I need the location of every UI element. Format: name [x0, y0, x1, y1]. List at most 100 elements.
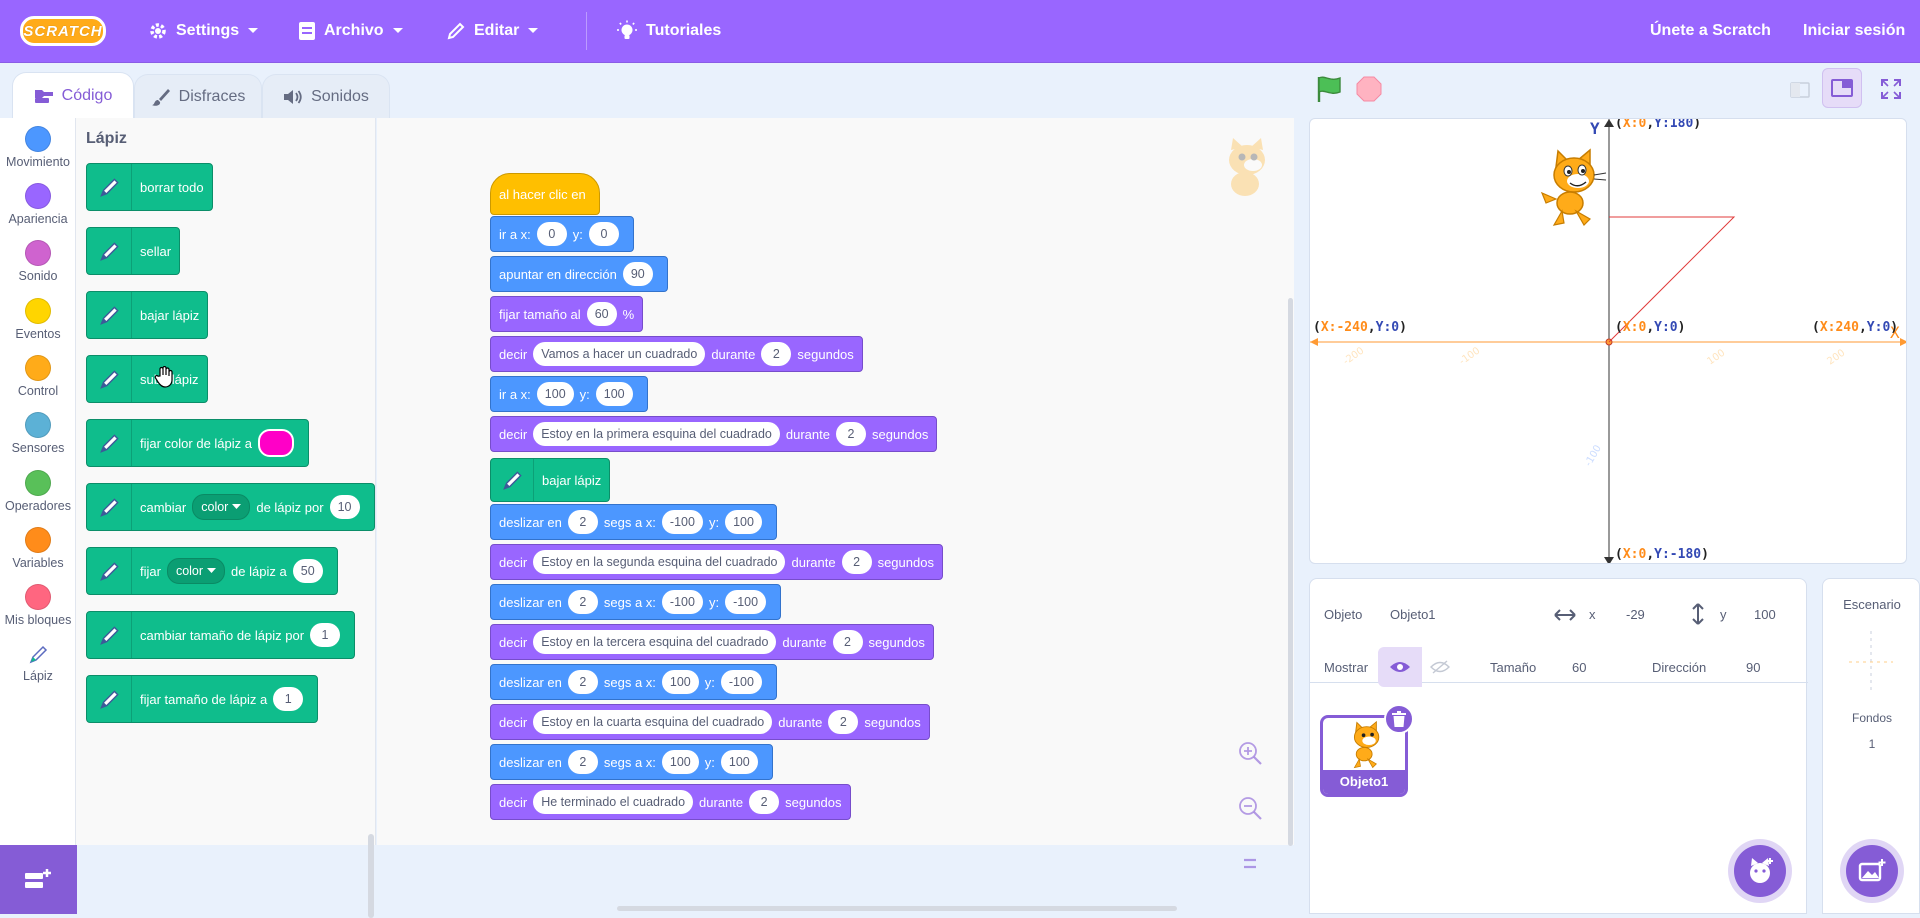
choose-sprite-button[interactable] [1734, 845, 1786, 897]
category-variables[interactable]: Variables [0, 527, 76, 570]
sprite-name-input[interactable]: Objeto1 [1390, 607, 1436, 622]
direction-input[interactable]: 90 [1746, 660, 1760, 675]
fullscreen-icon[interactable] [1880, 78, 1902, 100]
seconds-input[interactable]: 2 [749, 790, 780, 814]
y-input[interactable]: 100 [725, 510, 762, 534]
seconds-input[interactable]: 2 [828, 710, 859, 734]
y-input[interactable]: -100 [725, 590, 767, 614]
category-pen[interactable]: Lápiz [0, 642, 76, 683]
change-value-input[interactable]: 10 [329, 495, 360, 519]
edit-menu[interactable]: Editar [446, 0, 539, 62]
x-input[interactable]: 100 [661, 750, 699, 774]
block-change-pen-param[interactable]: cambiar color de lápiz por 10 [86, 483, 375, 531]
size-input[interactable]: 60 [586, 302, 617, 326]
block-stamp[interactable]: sellar [86, 227, 181, 275]
direction-input[interactable]: 90 [622, 262, 653, 286]
workspace-vertical-scrollbar[interactable] [1288, 298, 1293, 846]
x-input[interactable]: -100 [661, 590, 703, 614]
x-input[interactable]: -100 [661, 510, 703, 534]
set-size-input[interactable]: 1 [273, 687, 304, 711]
block-set-pen-size[interactable]: fijar tamaño de lápiz a 1 [86, 675, 319, 723]
settings-menu[interactable]: Settings [148, 0, 259, 62]
scratch-logo[interactable]: SCRATCH [20, 16, 106, 46]
message-input[interactable]: Estoy en la tercera esquina del cuadrado [533, 630, 777, 654]
pen-param-dropdown[interactable]: color [166, 558, 226, 584]
category-control[interactable]: Control [0, 355, 76, 398]
block-set-pen-color[interactable]: fijar color de lápiz a [86, 419, 309, 467]
y-input[interactable]: 100 [720, 750, 758, 774]
green-flag-icon[interactable] [1314, 74, 1344, 104]
choose-backdrop-button[interactable] [1846, 845, 1898, 897]
seconds-input[interactable]: 2 [832, 630, 863, 654]
tab-code[interactable]: Código [12, 72, 134, 118]
category-sensing[interactable]: Sensores [0, 412, 76, 455]
change-size-input[interactable]: 1 [310, 623, 341, 647]
block-glide-to-xy[interactable]: deslizar en 2 segs a x: 100 y: 100 [490, 744, 773, 780]
block-go-to-xy[interactable]: ir a x: 100 y: 100 [490, 376, 648, 412]
seconds-input[interactable]: 2 [567, 670, 598, 694]
block-pen-up[interactable]: subir lápiz [86, 355, 208, 403]
pen-param-dropdown[interactable]: color [192, 494, 251, 520]
large-stage-button[interactable] [1822, 68, 1862, 108]
seconds-input[interactable]: 2 [567, 750, 598, 774]
block-say-for-secs[interactable]: decir Estoy en la tercera esquina del cu… [490, 624, 934, 660]
category-my-blocks[interactable]: Mis bloques [0, 584, 76, 627]
block-glide-to-xy[interactable]: deslizar en 2 segs a x: -100 y: 100 [490, 504, 777, 540]
cat-sprite-icon[interactable] [1538, 147, 1608, 229]
block-go-to-xy[interactable]: ir a x: 0 y: 0 [490, 216, 634, 252]
seconds-input[interactable]: 2 [761, 342, 792, 366]
y-input[interactable]: 100 [595, 382, 633, 406]
category-operators[interactable]: Operadores [0, 470, 76, 513]
stop-icon[interactable] [1356, 76, 1382, 102]
x-position-input[interactable]: -29 [1626, 607, 1645, 622]
category-events[interactable]: Eventos [0, 298, 76, 341]
tab-sounds[interactable]: Sonidos [262, 74, 390, 118]
zoom-out-icon[interactable] [1237, 795, 1263, 821]
x-input[interactable]: 0 [536, 222, 567, 246]
block-say-for-secs[interactable]: decir Estoy en la cuarta esquina del cua… [490, 704, 930, 740]
add-extension-button[interactable] [0, 845, 77, 914]
block-change-pen-size[interactable]: cambiar tamaño de lápiz por 1 [86, 611, 356, 659]
pen-color-swatch[interactable] [258, 429, 294, 457]
block-say-for-secs[interactable]: decir Vamos a hacer un cuadrado durante … [490, 336, 863, 372]
code-workspace[interactable]: al hacer clic en ir a x: 0 y: 0 apuntar … [377, 118, 1294, 911]
set-value-input[interactable]: 50 [292, 559, 323, 583]
show-visible-button[interactable] [1378, 647, 1422, 687]
x-input[interactable]: 100 [661, 670, 699, 694]
message-input[interactable]: Estoy en la segunda esquina del cuadrado [533, 550, 786, 574]
block-say-for-secs[interactable]: decir Estoy en la primera esquina del cu… [490, 416, 938, 452]
block-pen-down[interactable]: bajar lápiz [86, 291, 209, 339]
block-say-for-secs[interactable]: decir Estoy en la segunda esquina del cu… [490, 544, 943, 580]
seconds-input[interactable]: 2 [567, 590, 598, 614]
file-menu[interactable]: Archivo [298, 0, 404, 62]
tutorials-button[interactable]: Tutoriales [616, 0, 721, 62]
category-motion[interactable]: Movimiento [0, 126, 76, 169]
block-when-flag-clicked[interactable]: al hacer clic en [490, 173, 600, 215]
seconds-input[interactable]: 2 [841, 550, 872, 574]
message-input[interactable]: Estoy en la primera esquina del cuadrado [533, 422, 780, 446]
block-point-in-direction[interactable]: apuntar en dirección 90 [490, 256, 668, 292]
tab-costumes[interactable]: Disfraces [134, 74, 262, 118]
y-position-input[interactable]: 100 [1754, 607, 1776, 622]
show-hidden-button[interactable] [1422, 647, 1458, 687]
block-erase-all[interactable]: borrar todo [86, 163, 213, 211]
category-sound[interactable]: Sonido [0, 240, 76, 283]
delete-sprite-button[interactable] [1384, 704, 1414, 734]
block-pen-down[interactable]: bajar lápiz [490, 458, 611, 502]
block-say-for-secs[interactable]: decir He terminado el cuadrado durante 2… [490, 784, 851, 820]
block-glide-to-xy[interactable]: deslizar en 2 segs a x: -100 y: -100 [490, 584, 782, 620]
stage-target-pane[interactable]: Escenario Fondos 1 [1822, 578, 1920, 914]
small-stage-icon[interactable] [1788, 80, 1812, 100]
palette-scrollbar[interactable] [368, 834, 374, 918]
message-input[interactable]: Vamos a hacer un cuadrado [533, 342, 706, 366]
message-input[interactable]: Estoy en la cuarta esquina del cuadrado [533, 710, 773, 734]
sign-in-link[interactable]: Iniciar sesión [1803, 0, 1905, 62]
category-looks[interactable]: Apariencia [0, 183, 76, 226]
block-set-pen-param[interactable]: fijar color de lápiz a 50 [86, 547, 338, 595]
size-input[interactable]: 60 [1572, 660, 1586, 675]
x-input[interactable]: 100 [536, 382, 574, 406]
zoom-in-icon[interactable] [1237, 740, 1263, 766]
y-input[interactable]: 0 [588, 222, 619, 246]
block-set-size[interactable]: fijar tamaño al 60 % [490, 296, 644, 332]
seconds-input[interactable]: 2 [835, 422, 866, 446]
